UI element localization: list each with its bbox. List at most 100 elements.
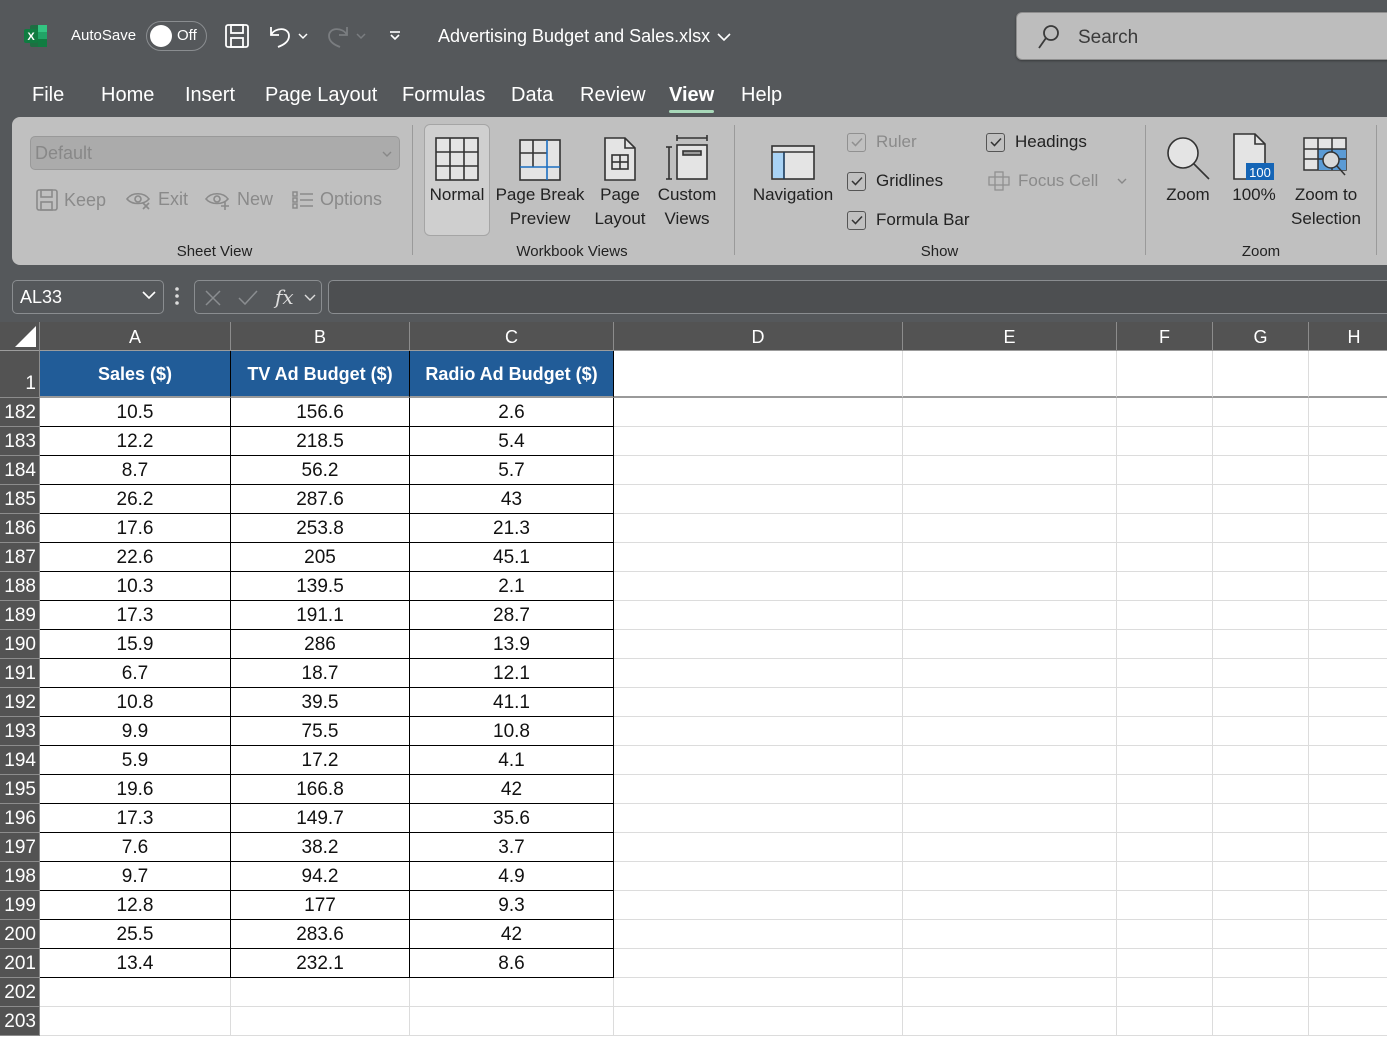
formula-bar-checkbox[interactable]: Formula Bar [847,210,970,230]
row-header[interactable]: 195 [0,775,40,804]
cell[interactable] [614,601,903,630]
normal-view-button[interactable]: Normal [424,124,490,236]
table-cell[interactable]: 35.6 [410,804,614,833]
gridlines-checkbox[interactable]: Gridlines [847,171,943,191]
table-header-cell[interactable]: Sales ($) [40,351,231,398]
table-cell[interactable]: 17.6 [40,514,231,543]
row-header[interactable]: 191 [0,659,40,688]
column-header-g[interactable]: G [1213,322,1309,351]
cell[interactable] [1117,456,1213,485]
navigation-button[interactable]: Navigation [748,125,838,207]
cell[interactable] [1309,427,1387,456]
cell[interactable] [903,833,1117,862]
table-cell[interactable]: 166.8 [231,775,410,804]
customize-toolbar-icon[interactable] [386,20,404,52]
cell[interactable] [1309,485,1387,514]
cell[interactable] [903,746,1117,775]
cell[interactable] [1117,891,1213,920]
cell[interactable] [903,351,1117,398]
row-header[interactable]: 203 [0,1007,40,1036]
cell[interactable] [1309,688,1387,717]
column-header-f[interactable]: F [1117,322,1213,351]
table-cell[interactable]: 39.5 [231,688,410,717]
cell[interactable] [1309,949,1387,978]
tab-file[interactable]: File [32,84,64,107]
table-cell[interactable]: 8.6 [410,949,614,978]
table-cell[interactable]: 17.3 [40,601,231,630]
table-cell[interactable]: 7.6 [40,833,231,862]
save-icon[interactable] [222,20,252,52]
cell[interactable] [1309,456,1387,485]
options-button[interactable]: Options [292,189,382,210]
ruler-checkbox[interactable]: Ruler [847,132,917,152]
table-cell[interactable]: 43 [410,485,614,514]
cell[interactable] [1309,804,1387,833]
cell[interactable] [1117,601,1213,630]
keep-button[interactable]: Keep [36,189,106,211]
table-cell[interactable]: 232.1 [231,949,410,978]
insert-function-icon[interactable]: fx [275,285,294,309]
tab-page-layout[interactable]: Page Layout [265,84,377,107]
tab-review[interactable]: Review [580,84,646,107]
cell[interactable] [614,351,903,398]
redo-icon[interactable] [324,20,352,52]
table-cell[interactable]: 287.6 [231,485,410,514]
cell[interactable] [903,514,1117,543]
row-header[interactable]: 202 [0,978,40,1007]
cell[interactable] [1309,514,1387,543]
cell[interactable] [903,543,1117,572]
cell[interactable] [614,862,903,891]
formula-input[interactable] [328,280,1387,314]
table-cell[interactable]: 10.8 [410,717,614,746]
table-cell[interactable]: 25.5 [40,920,231,949]
row-header[interactable]: 196 [0,804,40,833]
row-header[interactable]: 185 [0,485,40,514]
sheet-view-select[interactable]: Default [30,136,400,170]
cell[interactable] [614,804,903,833]
cell[interactable] [40,1007,231,1036]
row-header[interactable]: 201 [0,949,40,978]
cell[interactable] [1213,949,1309,978]
row-header[interactable]: 186 [0,514,40,543]
table-cell[interactable]: 10.3 [40,572,231,601]
column-header-b[interactable]: B [231,322,410,351]
cell[interactable] [1117,862,1213,891]
headings-checkbox[interactable]: Headings [986,132,1087,152]
table-cell[interactable]: 286 [231,630,410,659]
table-cell[interactable]: 177 [231,891,410,920]
table-cell[interactable]: 21.3 [410,514,614,543]
cell[interactable] [1309,572,1387,601]
cell[interactable] [614,514,903,543]
cell[interactable] [1213,601,1309,630]
cell[interactable] [1309,920,1387,949]
tab-help[interactable]: Help [741,84,782,107]
table-cell[interactable]: 149.7 [231,804,410,833]
custom-views-button[interactable]: Custom Views [654,125,720,231]
cell[interactable] [614,427,903,456]
table-cell[interactable]: 139.5 [231,572,410,601]
cell[interactable] [1309,833,1387,862]
cell[interactable] [1213,659,1309,688]
cell[interactable] [1213,746,1309,775]
cell[interactable] [1213,427,1309,456]
cell[interactable] [1309,1007,1387,1036]
new-view-button[interactable]: New [205,189,273,210]
table-cell[interactable]: 2.1 [410,572,614,601]
tab-home[interactable]: Home [101,84,154,107]
tab-data[interactable]: Data [511,84,553,107]
table-cell[interactable]: 9.7 [40,862,231,891]
column-header-e[interactable]: E [903,322,1117,351]
chevron-down-icon[interactable] [303,293,317,303]
cell[interactable] [1117,1007,1213,1036]
page-break-preview-button[interactable]: Page Break Preview [495,125,585,231]
cell[interactable] [614,543,903,572]
cell[interactable] [1213,804,1309,833]
table-cell[interactable]: 17.2 [231,746,410,775]
cell[interactable] [1213,351,1309,398]
cell[interactable] [1309,601,1387,630]
table-cell[interactable]: 5.4 [410,427,614,456]
row-header[interactable]: 194 [0,746,40,775]
cell[interactable] [1309,351,1387,398]
cell[interactable] [1309,543,1387,572]
table-cell[interactable]: 19.6 [40,775,231,804]
